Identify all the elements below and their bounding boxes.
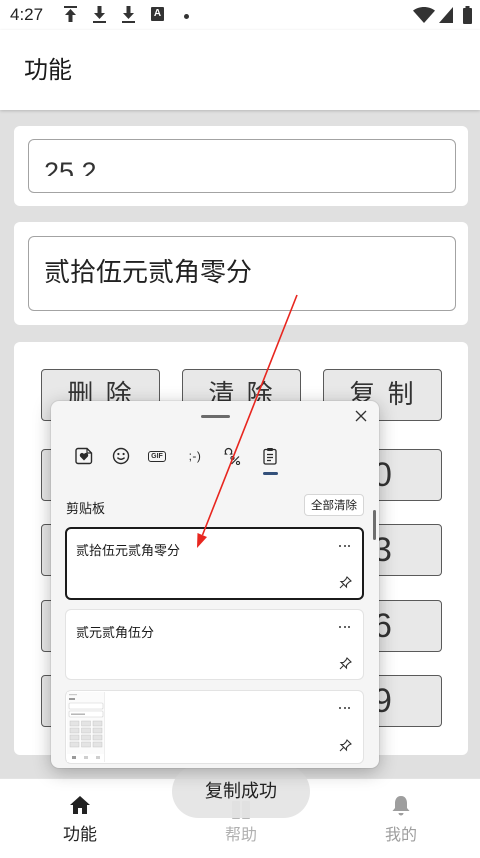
- pin-icon[interactable]: [339, 657, 352, 670]
- nav-label-mine: 我的: [384, 825, 417, 844]
- emoji-icon[interactable]: [109, 444, 133, 468]
- font-box-icon: A: [151, 7, 164, 21]
- download-icon: [122, 6, 135, 23]
- more-icon[interactable]: [339, 545, 351, 548]
- clipboard-thumbnail: [67, 692, 105, 762]
- clipboard-item-image[interactable]: [65, 690, 364, 764]
- home-icon: [70, 795, 90, 817]
- wifi-icon: [413, 7, 435, 23]
- clipboard-section-title: 剪贴板: [66, 502, 106, 517]
- dot-icon: [184, 14, 189, 19]
- nav-label-function: 功能: [63, 825, 97, 845]
- pin-icon[interactable]: [339, 576, 352, 589]
- clipboard-item[interactable]: 贰拾伍元贰角零分: [65, 527, 364, 600]
- symbols-icon[interactable]: [220, 444, 244, 468]
- clipboard-item-text: 贰元贰角伍分: [76, 626, 155, 641]
- amount-input-viewport: 25.2: [29, 140, 455, 177]
- gif-tab-label: GIF: [148, 450, 166, 462]
- nav-item-function[interactable]: 功能: [30, 779, 130, 858]
- battery-icon: [463, 6, 472, 24]
- pin-icon[interactable]: [339, 739, 352, 752]
- more-icon[interactable]: [339, 626, 351, 629]
- signal-icon: [439, 7, 453, 23]
- nav-item-mine[interactable]: 我的: [351, 779, 451, 858]
- drag-handle[interactable]: [201, 415, 230, 418]
- clear-all-button[interactable]: 全部清除: [304, 494, 364, 516]
- result-output[interactable]: 贰拾伍元贰角零分: [28, 236, 456, 311]
- page-title: 功能: [24, 56, 72, 84]
- active-tab-indicator: [263, 472, 278, 475]
- status-time: 4:27: [10, 5, 44, 24]
- gif-icon[interactable]: GIF: [145, 444, 169, 468]
- clipboard-item[interactable]: 贰元贰角伍分: [65, 609, 364, 680]
- scrollbar[interactable]: [373, 510, 376, 540]
- toast: 复制成功: [172, 765, 310, 818]
- amount-input-value: 25.2: [44, 157, 97, 177]
- amount-input[interactable]: 25.2: [28, 139, 456, 193]
- kaomoji-icon[interactable]: ;-): [183, 444, 207, 468]
- close-icon[interactable]: [354, 409, 368, 423]
- download-icon: [93, 6, 106, 23]
- result-output-value: 贰拾伍元贰角零分: [44, 258, 253, 288]
- clipboard-icon[interactable]: [258, 444, 282, 468]
- clipboard-panel[interactable]: GIF ;-) 剪贴板 全部清除 贰拾伍元贰角零分 贰元贰角伍分: [51, 401, 379, 768]
- upload-icon: [64, 6, 77, 23]
- app-bar: 功能: [0, 30, 480, 110]
- bell-icon: [391, 795, 411, 817]
- status-bar: 4:27 A: [0, 0, 480, 30]
- clipboard-item-text: 贰拾伍元贰角零分: [76, 544, 181, 559]
- nav-label-help: 帮助: [224, 825, 257, 844]
- kaomoji-tab-label: ;-): [188, 449, 202, 463]
- sticker-icon[interactable]: [72, 444, 96, 468]
- more-icon[interactable]: [339, 707, 351, 710]
